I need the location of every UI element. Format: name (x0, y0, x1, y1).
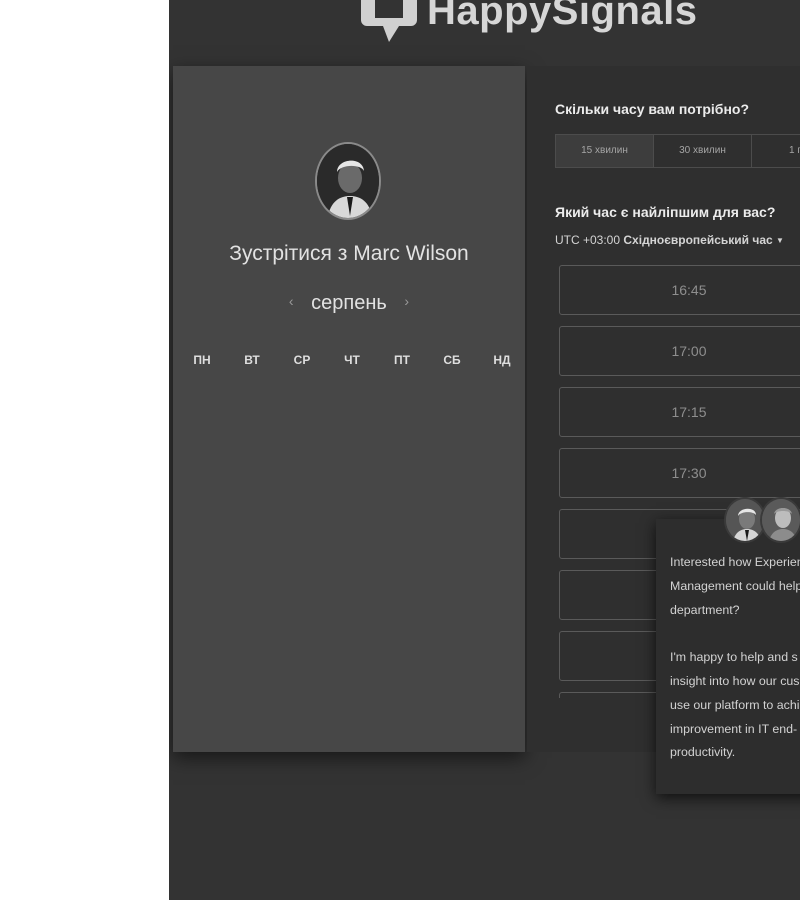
chevron-right-icon[interactable]: › (392, 293, 421, 309)
host-panel: Зустрітися з Marc Wilson ‹ серпень › ПН … (173, 66, 525, 752)
weekday-label: СБ (443, 353, 461, 367)
scheduler-app: HappySignals Зустрітися з Marc Wilson ‹ … (169, 0, 800, 900)
duration-selector: 15 хвилин 30 хвилин 1 год (555, 134, 800, 168)
weekday-header: ПН ВТ СР ЧТ ПТ СБ НД (187, 353, 517, 367)
weekday-label: ЧТ (344, 353, 360, 367)
speech-bubble-logo-icon (361, 0, 417, 42)
month-navigator: ‹ серпень › (173, 292, 525, 315)
header: HappySignals (169, 0, 800, 60)
host-avatar (315, 142, 381, 220)
chevron-left-icon[interactable]: ‹ (277, 293, 306, 309)
month-label: серпень (311, 292, 387, 314)
duration-question: Скільки часу вам потрібно? (555, 101, 750, 117)
time-slot[interactable]: 17:00 (559, 326, 800, 376)
weekday-label: ПН (193, 353, 211, 367)
weekday-label: СР (293, 353, 311, 367)
timezone-selector[interactable]: UTC +03:00 Східноєвропейський час ▼ (555, 233, 784, 247)
time-slot[interactable]: 17:15 (559, 387, 800, 437)
time-slot[interactable]: 17:30 (559, 448, 800, 498)
caret-down-icon: ▼ (776, 236, 784, 245)
weekday-label: ПТ (394, 353, 410, 367)
chat-avatar (760, 497, 800, 543)
meet-prefix: Зустрітися з (229, 242, 348, 265)
meet-title: Зустрітися з Marc Wilson (173, 242, 525, 266)
weekday-label: ВТ (244, 353, 260, 367)
chat-popup[interactable]: Interested how Experien Management could… (656, 497, 800, 794)
weekday-label: НД (493, 353, 511, 367)
timezone-name: Східноєвропейський час (623, 233, 773, 247)
time-question: Який час є найліпшим для вас? (555, 204, 776, 220)
timezone-offset: UTC +03:00 (555, 233, 621, 247)
host-name: Marc Wilson (353, 242, 469, 265)
time-slot[interactable]: 16:45 (559, 265, 800, 315)
duration-option-60[interactable]: 1 год (752, 135, 800, 167)
duration-option-30[interactable]: 30 хвилин (654, 135, 752, 167)
duration-option-15[interactable]: 15 хвилин (556, 135, 654, 167)
chat-message: Interested how Experien Management could… (670, 555, 800, 760)
brand-logo-text: HappySignals (427, 0, 698, 33)
